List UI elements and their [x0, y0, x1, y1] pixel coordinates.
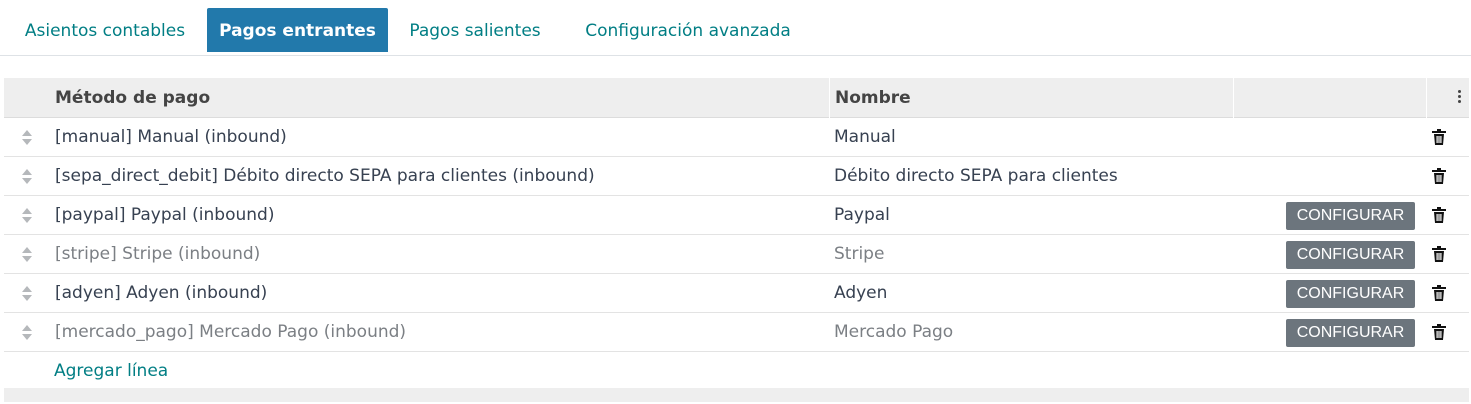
add-line-link[interactable]: Agregar línea: [54, 352, 168, 388]
configure-button[interactable]: CONFIGURAR: [1286, 319, 1415, 347]
trash-icon[interactable]: [1432, 246, 1446, 262]
table-row[interactable]: [paypal] Paypal (inbound) Paypal CONFIGU…: [4, 196, 1469, 235]
tab-pagos-entrantes[interactable]: Pagos entrantes: [207, 8, 388, 52]
column-divider: [1426, 78, 1427, 118]
payment-name-cell[interactable]: Mercado Pago: [834, 313, 953, 352]
table-row[interactable]: [manual] Manual (inbound) Manual: [4, 118, 1469, 157]
tab-pagos-salientes[interactable]: Pagos salientes: [390, 8, 560, 52]
payment-name-cell[interactable]: Adyen: [834, 274, 887, 313]
table-row[interactable]: [mercado_pago] Mercado Pago (inbound) Me…: [4, 313, 1469, 352]
payment-name-cell[interactable]: Manual: [834, 118, 896, 157]
configure-button[interactable]: CONFIGURAR: [1286, 202, 1415, 230]
tab-asientos-contables[interactable]: Asientos contables: [5, 8, 205, 52]
table-footer: [4, 388, 1469, 402]
payment-method-cell[interactable]: [mercado_pago] Mercado Pago (inbound): [55, 313, 406, 352]
trash-icon[interactable]: [1432, 129, 1446, 145]
add-line-row: Agregar línea: [4, 352, 1469, 388]
payment-method-cell[interactable]: [sepa_direct_debit] Débito directo SEPA …: [55, 157, 595, 196]
payment-methods-table: Método de pago Nombre [manual] Manual (i…: [4, 78, 1469, 402]
trash-icon[interactable]: [1432, 285, 1446, 301]
trash-icon[interactable]: [1432, 207, 1446, 223]
configure-button[interactable]: CONFIGURAR: [1286, 280, 1415, 308]
drag-handle-icon[interactable]: [22, 286, 32, 301]
payment-name-cell[interactable]: Stripe: [834, 235, 884, 274]
drag-handle-icon[interactable]: [22, 169, 32, 184]
trash-icon[interactable]: [1432, 324, 1446, 340]
column-header-method[interactable]: Método de pago: [55, 78, 210, 118]
vertical-dots-icon[interactable]: [1456, 90, 1462, 106]
notebook-tabs: Asientos contables Pagos entrantes Pagos…: [0, 0, 1471, 56]
tab-configuracion-avanzada[interactable]: Configuración avanzada: [562, 8, 814, 52]
payment-method-cell[interactable]: [manual] Manual (inbound): [55, 118, 287, 157]
column-divider: [829, 78, 830, 118]
table-header: Método de pago Nombre: [4, 78, 1469, 118]
table-body: [manual] Manual (inbound) Manual [sepa_d…: [4, 118, 1469, 352]
column-header-name[interactable]: Nombre: [835, 78, 911, 118]
payment-name-cell[interactable]: Paypal: [834, 196, 890, 235]
table-row[interactable]: [adyen] Adyen (inbound) Adyen CONFIGURAR: [4, 274, 1469, 313]
table-row[interactable]: [sepa_direct_debit] Débito directo SEPA …: [4, 157, 1469, 196]
payment-method-cell[interactable]: [adyen] Adyen (inbound): [55, 274, 267, 313]
payment-method-cell[interactable]: [paypal] Paypal (inbound): [55, 196, 274, 235]
drag-handle-icon[interactable]: [22, 130, 32, 145]
trash-icon[interactable]: [1432, 168, 1446, 184]
payment-name-cell[interactable]: Débito directo SEPA para clientes: [834, 157, 1118, 196]
configure-button[interactable]: CONFIGURAR: [1286, 241, 1415, 269]
drag-handle-icon[interactable]: [22, 247, 32, 262]
drag-handle-icon[interactable]: [22, 325, 32, 340]
payment-method-cell[interactable]: [stripe] Stripe (inbound): [55, 235, 260, 274]
drag-handle-icon[interactable]: [22, 208, 32, 223]
column-divider: [1233, 78, 1234, 118]
table-row[interactable]: [stripe] Stripe (inbound) Stripe CONFIGU…: [4, 235, 1469, 274]
